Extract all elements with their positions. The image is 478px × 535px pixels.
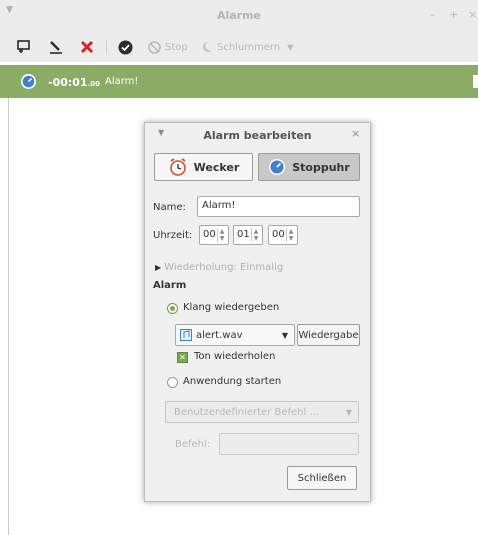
mode-stoppuhr-label: Stoppuhr xyxy=(292,160,350,174)
new-alarm-icon xyxy=(17,40,30,53)
audio-file-icon xyxy=(180,329,192,341)
stop-icon xyxy=(148,40,161,54)
alarm-time-fraction: .00 xyxy=(87,80,100,88)
snooze-icon xyxy=(203,41,212,52)
check-circle-icon xyxy=(118,40,133,54)
alarm-list-item[interactable]: -00:01.00 Alarm! xyxy=(0,65,478,98)
alarm-section-heading: Alarm xyxy=(153,280,187,291)
dialog-title: Alarm bearbeiten xyxy=(203,129,312,142)
snooze-label: Schlummern xyxy=(217,41,281,53)
repeat-expander[interactable]: ▶ Wiederholung: Einmalig xyxy=(155,262,283,273)
snooze-button[interactable]: Schlummern ▼ xyxy=(200,38,293,56)
repeat-sound-label: Ton wiederholen xyxy=(194,351,276,362)
alarm-time: -00:01.00 xyxy=(48,76,100,89)
repeat-text: Wiederholung: Einmalig xyxy=(164,262,284,273)
custom-command-dropdown-icon: ▼ xyxy=(345,408,352,417)
alarm-time-main: -00:01 xyxy=(48,76,88,89)
dialog-close-icon[interactable]: × xyxy=(351,127,360,140)
toolbar-separator xyxy=(106,40,107,55)
edit-alarm-dialog: ▼ Alarm bearbeiten × Wecker Stoppuhr Nam… xyxy=(144,122,371,502)
start-app-label: Anwendung starten xyxy=(183,376,282,387)
play-sound-radio[interactable] xyxy=(167,303,178,314)
window-titlebar: ▼ Alarme – + × xyxy=(0,0,478,32)
window-title: Alarme xyxy=(216,9,262,22)
hours-value: 00 xyxy=(203,229,216,240)
mode-wecker-button[interactable]: Wecker xyxy=(154,153,253,181)
edit-alarm-button[interactable] xyxy=(48,38,64,56)
alarm-name: Alarm! xyxy=(105,76,139,87)
delete-alarm-button[interactable] xyxy=(80,38,94,56)
seconds-spinner[interactable]: 00 ▲ ▼ xyxy=(268,225,298,245)
name-input[interactable]: Alarm! xyxy=(197,196,360,217)
new-alarm-button[interactable] xyxy=(16,38,32,56)
list-border xyxy=(8,98,9,535)
minutes-spinner[interactable]: 01 ▲ ▼ xyxy=(233,225,263,245)
stop-label: Stop xyxy=(165,41,188,53)
custom-command-placeholder: Benutzerdefinierter Befehl ... xyxy=(174,407,320,418)
custom-command-select[interactable]: Benutzerdefinierter Befehl ... ▼ xyxy=(165,401,359,423)
stopwatch-icon xyxy=(21,74,36,89)
minutes-spin-arrows-icon[interactable]: ▲ ▼ xyxy=(251,228,260,242)
row-edge-indicator xyxy=(473,75,478,88)
close-button[interactable]: × xyxy=(468,8,477,21)
hours-spin-arrows-icon[interactable]: ▲ ▼ xyxy=(217,228,226,242)
repeat-sound-checkbox[interactable]: ✕ xyxy=(177,352,188,363)
stop-button[interactable]: Stop xyxy=(148,38,188,56)
sound-file-dropdown-icon: ▼ xyxy=(281,331,288,340)
minimize-button[interactable]: – xyxy=(430,8,436,21)
alarm-clock-icon xyxy=(169,158,186,176)
play-sound-label: Klang wiedergeben xyxy=(183,302,280,313)
play-button[interactable]: Wiedergabe xyxy=(297,324,360,346)
snooze-dropdown-icon[interactable]: ▼ xyxy=(287,43,293,52)
confirm-button[interactable] xyxy=(118,38,133,56)
command-label: Befehl: xyxy=(175,439,211,450)
toolbar: Stop Schlummern ▼ xyxy=(0,32,478,62)
sound-file-value: alert.wav xyxy=(196,330,243,341)
close-dialog-button[interactable]: Schließen xyxy=(287,466,357,490)
hours-spinner[interactable]: 00 ▲ ▼ xyxy=(199,225,229,245)
mode-wecker-label: Wecker xyxy=(193,160,240,174)
minutes-value: 01 xyxy=(237,229,250,240)
mode-stoppuhr-button[interactable]: Stoppuhr xyxy=(258,153,360,181)
time-label: Uhrzeit: xyxy=(153,230,193,241)
dialog-titlebar: ▼ Alarm bearbeiten × xyxy=(145,123,370,147)
delete-icon xyxy=(80,40,94,54)
maximize-button[interactable]: + xyxy=(449,8,458,21)
edit-icon xyxy=(50,41,62,54)
seconds-spin-arrows-icon[interactable]: ▲ ▼ xyxy=(286,228,295,242)
expander-arrow-icon: ▶ xyxy=(155,263,162,272)
command-input[interactable] xyxy=(219,433,359,455)
stopwatch-icon xyxy=(269,159,286,175)
sound-file-select[interactable]: alert.wav ▼ xyxy=(175,324,295,346)
seconds-value: 00 xyxy=(272,229,285,240)
start-app-radio[interactable] xyxy=(167,377,178,388)
name-label: Name: xyxy=(153,202,186,213)
